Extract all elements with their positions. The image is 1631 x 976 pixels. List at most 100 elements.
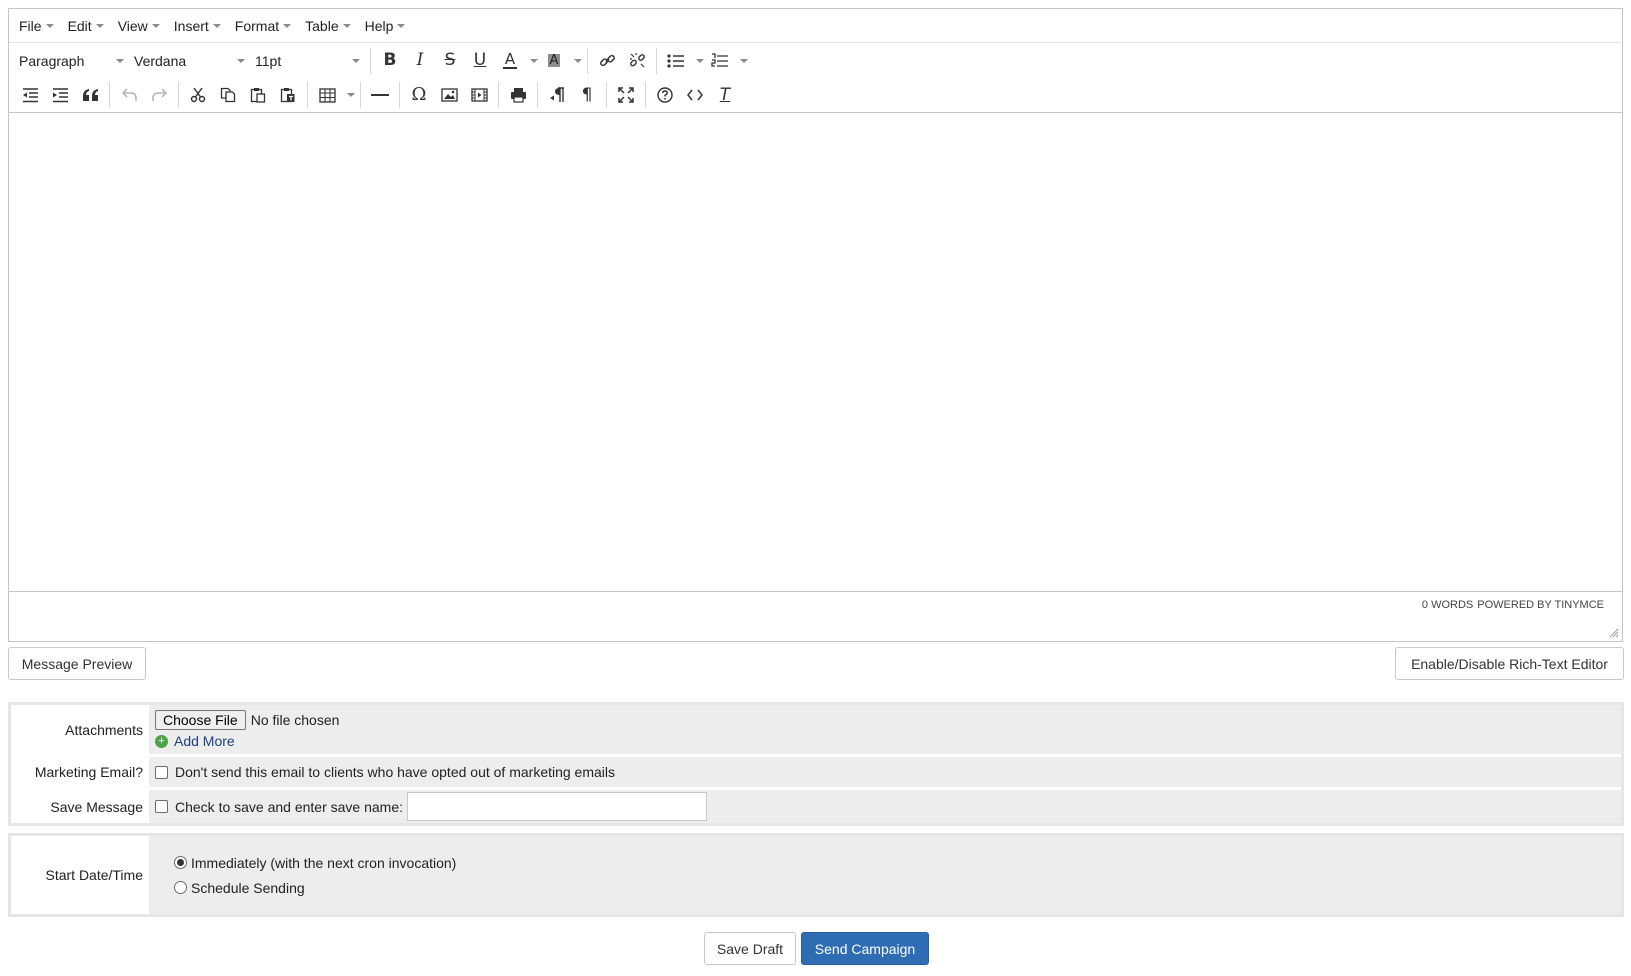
paste-text-button[interactable] (273, 81, 303, 109)
horizontal-line-button[interactable] (365, 81, 395, 109)
menu-insert[interactable]: Insert (174, 18, 221, 34)
editor-statusbar: 0 WORDS POWERED BY TINYMCE (9, 592, 1622, 618)
message-preview-button[interactable]: Message Preview (8, 647, 146, 680)
save-draft-button[interactable]: Save Draft (704, 932, 796, 965)
toolbar-divider (606, 82, 607, 108)
insert-link-button[interactable] (592, 47, 622, 75)
clear-format-icon: T (719, 84, 731, 105)
schedule-sending-option[interactable]: Schedule Sending (174, 880, 1621, 896)
paste-button[interactable] (243, 81, 273, 109)
send-campaign-button[interactable]: Send Campaign (801, 932, 929, 965)
highlight-color-button[interactable]: A (539, 47, 569, 75)
toolbar-divider (360, 82, 361, 108)
chevron-down-icon (237, 58, 245, 63)
insert-image-button[interactable] (434, 81, 464, 109)
blockquote-button[interactable] (75, 81, 105, 109)
bullet-list-dropdown[interactable] (691, 47, 705, 75)
rich-text-editor: File Edit View Insert Format Table Help … (8, 8, 1623, 642)
numbered-list-dropdown[interactable] (735, 47, 749, 75)
text-direction-ltr-icon (549, 87, 564, 102)
numbered-list-icon (711, 52, 728, 67)
toolbar-divider (498, 82, 499, 108)
menu-table[interactable]: Table (305, 18, 351, 34)
add-more-link[interactable]: + Add More (155, 733, 1621, 749)
immediately-option[interactable]: Immediately (with the next cron invocati… (174, 855, 1621, 871)
outdent-button[interactable] (15, 81, 45, 109)
numbered-list-split-button (705, 47, 749, 75)
menu-edit[interactable]: Edit (68, 18, 104, 34)
insert-media-button[interactable] (464, 81, 494, 109)
chevron-down-icon (696, 58, 704, 63)
rtl-direction-button[interactable]: ¶ (572, 81, 602, 109)
undo-button[interactable] (114, 81, 144, 109)
text-color-button[interactable]: A (495, 47, 525, 75)
menu-file-label: File (19, 17, 42, 34)
choose-file-button[interactable]: Choose File (155, 710, 246, 730)
save-name-input[interactable] (407, 792, 708, 821)
marketing-email-label: Marketing Email? (34, 764, 143, 780)
print-button[interactable] (503, 81, 533, 109)
immediately-text: Immediately (with the next cron invocati… (191, 854, 457, 871)
schedule-panel: Start Date/Time Immediately (with the ne… (8, 833, 1624, 917)
bullet-list-split-button (661, 47, 705, 75)
undo-icon (121, 88, 137, 101)
font-family-select[interactable]: Verdana (130, 47, 251, 75)
unlink-button[interactable] (622, 47, 652, 75)
block-format-select[interactable]: Paragraph (15, 47, 130, 75)
fullscreen-icon (618, 87, 634, 103)
start-datetime-row: Start Date/Time Immediately (with the ne… (11, 836, 1621, 914)
underline-icon: U (473, 50, 487, 70)
save-message-text: Check to save and enter save name: (175, 798, 404, 815)
menu-file[interactable]: File (19, 18, 54, 34)
table-dropdown[interactable] (342, 81, 356, 109)
text-color-dropdown[interactable] (525, 47, 539, 75)
source-code-button[interactable] (680, 81, 710, 109)
ltr-direction-button[interactable] (542, 81, 572, 109)
resize-handle-icon[interactable] (1609, 628, 1619, 638)
special-character-button[interactable]: Ω (404, 81, 434, 109)
chevron-down-icon (347, 93, 355, 97)
help-button[interactable] (650, 81, 680, 109)
highlight-split-button: A (539, 47, 583, 75)
redo-button[interactable] (144, 81, 174, 109)
numbered-list-button[interactable] (705, 47, 735, 75)
print-icon (510, 88, 526, 103)
save-message-checkbox[interactable] (155, 800, 168, 813)
clear-formatting-button[interactable]: T (710, 81, 740, 109)
chevron-down-icon (151, 23, 160, 28)
menu-view-label: View (117, 17, 148, 34)
italic-button[interactable]: I (405, 47, 435, 75)
menu-view[interactable]: View (118, 18, 160, 34)
powered-by-link[interactable]: POWERED BY TINYMCE (1477, 599, 1604, 611)
bullet-list-button[interactable] (661, 47, 691, 75)
copy-button[interactable] (213, 81, 243, 109)
toggle-rich-text-editor-button[interactable]: Enable/Disable Rich-Text Editor (1395, 647, 1624, 680)
indent-button[interactable] (45, 81, 75, 109)
editor-content-area[interactable] (9, 113, 1622, 592)
immediately-radio[interactable] (174, 856, 187, 869)
fullscreen-button[interactable] (611, 81, 641, 109)
cut-button[interactable] (183, 81, 213, 109)
schedule-sending-text: Schedule Sending (191, 879, 305, 896)
table-button[interactable] (312, 81, 342, 109)
highlight-color-dropdown[interactable] (569, 47, 583, 75)
paste-icon (250, 88, 266, 103)
strikethrough-button[interactable]: S (435, 47, 465, 75)
paste-text-icon (280, 88, 295, 103)
toolbar-divider (537, 82, 538, 108)
menu-format[interactable]: Format (235, 18, 292, 34)
schedule-sending-radio[interactable] (174, 881, 187, 894)
text-color-split-button: A (495, 47, 539, 75)
save-message-field: Check to save and enter save name: (149, 790, 1621, 823)
bold-button[interactable]: B (375, 47, 405, 75)
font-size-select[interactable]: 11pt (251, 47, 366, 75)
message-options-panel: Attachments Choose File No file chosen +… (8, 702, 1624, 826)
marketing-optout-checkbox[interactable] (155, 765, 168, 779)
question-circle-icon (657, 87, 673, 103)
underline-button[interactable]: U (465, 47, 495, 75)
menu-insert-label: Insert (173, 17, 209, 34)
toolbar-row-formatting: Paragraph Verdana 11pt B I S U A A (9, 43, 1622, 78)
chevron-down-icon (45, 23, 54, 28)
code-icon (687, 89, 703, 101)
menu-help[interactable]: Help (365, 18, 406, 34)
